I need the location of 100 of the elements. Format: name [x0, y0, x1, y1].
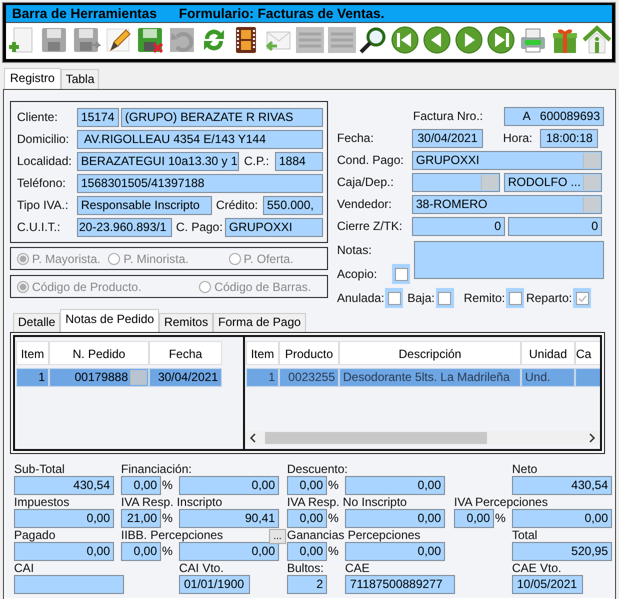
amount-field[interactable]: 430,54 — [14, 476, 114, 495]
search-icon[interactable] — [358, 25, 388, 55]
percent-field[interactable]: 0,00 — [121, 476, 161, 495]
column-header[interactable]: Unidad — [521, 341, 575, 365]
amount-field[interactable]: 0,00 — [512, 509, 612, 528]
client-name-field[interactable]: (GRUPO) BERAZATE R RIVAS — [121, 108, 323, 126]
tab[interactable]: Notas de Pedido — [60, 309, 160, 332]
phone-field[interactable]: 1568301505/41397188 — [77, 174, 323, 192]
checkbox[interactable] — [508, 292, 522, 304]
amount-field[interactable]: 0,00 — [179, 476, 279, 495]
table-cell: 00179888 — [49, 368, 149, 387]
column-header[interactable]: Item — [16, 341, 49, 365]
field-label: Financiación: — [121, 463, 192, 476]
ellipsis-button[interactable]: ... — [269, 529, 286, 544]
field-label: Cliente: — [17, 110, 59, 124]
table-cell: Desodorante 5lts. La Madrileña — [339, 368, 521, 387]
percent-field[interactable]: 0,00 — [287, 542, 327, 561]
postal-code-field[interactable]: 1884 — [275, 152, 323, 170]
previous-icon[interactable] — [422, 25, 452, 55]
field-label: Total — [512, 529, 538, 542]
payment-code-field[interactable]: GRUPOXXI — [225, 218, 323, 236]
cae-field[interactable]: 71187500889277 — [345, 575, 455, 594]
toolbar-title: Barra de Herramientas — [12, 5, 157, 22]
field-label: Pagado — [14, 529, 56, 542]
column-header[interactable]: Item — [246, 341, 279, 365]
amount-field[interactable]: 0,00 — [14, 509, 114, 528]
amount-field[interactable]: 0,00 — [345, 542, 445, 561]
percent-sign: % — [161, 543, 174, 560]
amount-field[interactable]: 0,00 — [345, 476, 445, 495]
closing-number-field[interactable]: 0 — [412, 216, 505, 236]
date-field[interactable]: 10/05/2021 — [512, 575, 583, 594]
home-icon[interactable] — [582, 25, 612, 55]
field-label: Descuento: — [287, 463, 348, 476]
cuit-field[interactable]: 20-23.960.893/1 — [77, 218, 172, 236]
packages-field[interactable]: 2 — [287, 575, 327, 594]
client-code-field[interactable]: 15174 — [77, 108, 119, 126]
amount-field[interactable]: 0,00 — [179, 542, 279, 561]
column-header[interactable]: N. Pedido — [49, 341, 149, 365]
scroll-right-icon[interactable] — [588, 433, 596, 443]
horizontal-scrollbar[interactable] — [245, 431, 600, 445]
percent-field[interactable]: 21,00 — [121, 509, 161, 528]
field-label: C.P.: — [243, 154, 270, 168]
checkbox[interactable] — [394, 268, 408, 280]
percent-field[interactable]: 0,00 — [454, 509, 494, 528]
checkbox[interactable] — [576, 292, 589, 304]
field-label: CAI Vto. — [179, 562, 224, 575]
field-label: IIBB. Percepciones — [121, 529, 224, 542]
time-field[interactable]: 18:00:18 — [540, 128, 598, 148]
column-header[interactable]: Producto — [279, 341, 339, 365]
column-header[interactable]: Fecha — [149, 341, 222, 365]
first-record-icon[interactable] — [390, 25, 420, 55]
dropdown-field[interactable]: RODOLFO ... — [504, 172, 602, 192]
percent-field[interactable]: 0,00 — [287, 476, 327, 495]
percent-field[interactable]: 0,00 — [121, 542, 161, 561]
locality-field[interactable]: BERAZATEGUI 10a13.30 y 1 — [77, 152, 239, 170]
scroll-left-icon[interactable] — [249, 433, 257, 443]
amount-field[interactable]: 430,54 — [512, 476, 612, 495]
percent-field[interactable]: 0,00 — [287, 509, 327, 528]
field-label: Crédito: — [215, 198, 260, 212]
percent-sign: % — [327, 477, 340, 494]
field-label: Fecha: — [337, 131, 375, 145]
cai-field[interactable] — [14, 575, 124, 594]
field-label: Tipo IVA.: — [17, 198, 70, 212]
dropdown-field[interactable] — [412, 172, 500, 192]
tab[interactable]: Tabla — [60, 69, 100, 89]
date-field[interactable]: 30/04/2021 — [412, 128, 483, 148]
field-label: Domicilio: — [17, 132, 70, 146]
tab[interactable]: Forma de Pago — [213, 313, 306, 332]
date-field[interactable]: 01/01/1900 — [179, 575, 250, 594]
closing-number-field[interactable]: 0 — [508, 216, 602, 236]
tax-type-field[interactable]: Responsable Inscripto — [77, 196, 212, 214]
field-label: C.U.I.T.: — [17, 220, 62, 234]
column-header[interactable]: Descripción — [339, 341, 521, 365]
amount-field[interactable]: 90,41 — [179, 509, 279, 528]
credit-field[interactable]: 550.000, — [263, 196, 323, 214]
dropdown-field[interactable]: 38-ROMERO — [412, 194, 602, 214]
tab[interactable]: Registro — [4, 68, 61, 89]
last-record-icon[interactable] — [486, 25, 516, 55]
address-field[interactable]: AV.RIGOLLEAU 4354 E/143 Y144 — [77, 130, 323, 148]
invoice-number-field[interactable]: A 600089693 — [504, 106, 604, 126]
amount-field[interactable]: 0,00 — [14, 542, 114, 561]
amount-field[interactable]: 520,95 — [512, 542, 612, 561]
tab[interactable]: Detalle — [13, 313, 60, 332]
table-cell: Und. — [521, 368, 575, 387]
checkbox[interactable] — [388, 292, 401, 304]
scrollbar-thumb[interactable] — [265, 432, 487, 444]
field-label: Cierre Z/TK: — [337, 219, 404, 233]
next-icon[interactable] — [454, 25, 484, 55]
field-label: C. Pago: — [175, 220, 224, 234]
table-cell: 0023255 — [279, 368, 339, 387]
field-label: CAE Vto. — [512, 562, 562, 575]
field-label: CAE — [345, 562, 370, 575]
notes-field[interactable] — [414, 241, 604, 279]
percent-sign: % — [161, 510, 174, 527]
field-label: IVA Resp. Inscripto — [121, 496, 222, 509]
checkbox[interactable] — [438, 292, 452, 304]
dropdown-field[interactable]: GRUPOXXI — [412, 150, 602, 170]
tab[interactable]: Remitos — [159, 313, 214, 332]
column-header[interactable]: Ca — [575, 341, 600, 365]
amount-field[interactable]: 0,00 — [345, 509, 445, 528]
